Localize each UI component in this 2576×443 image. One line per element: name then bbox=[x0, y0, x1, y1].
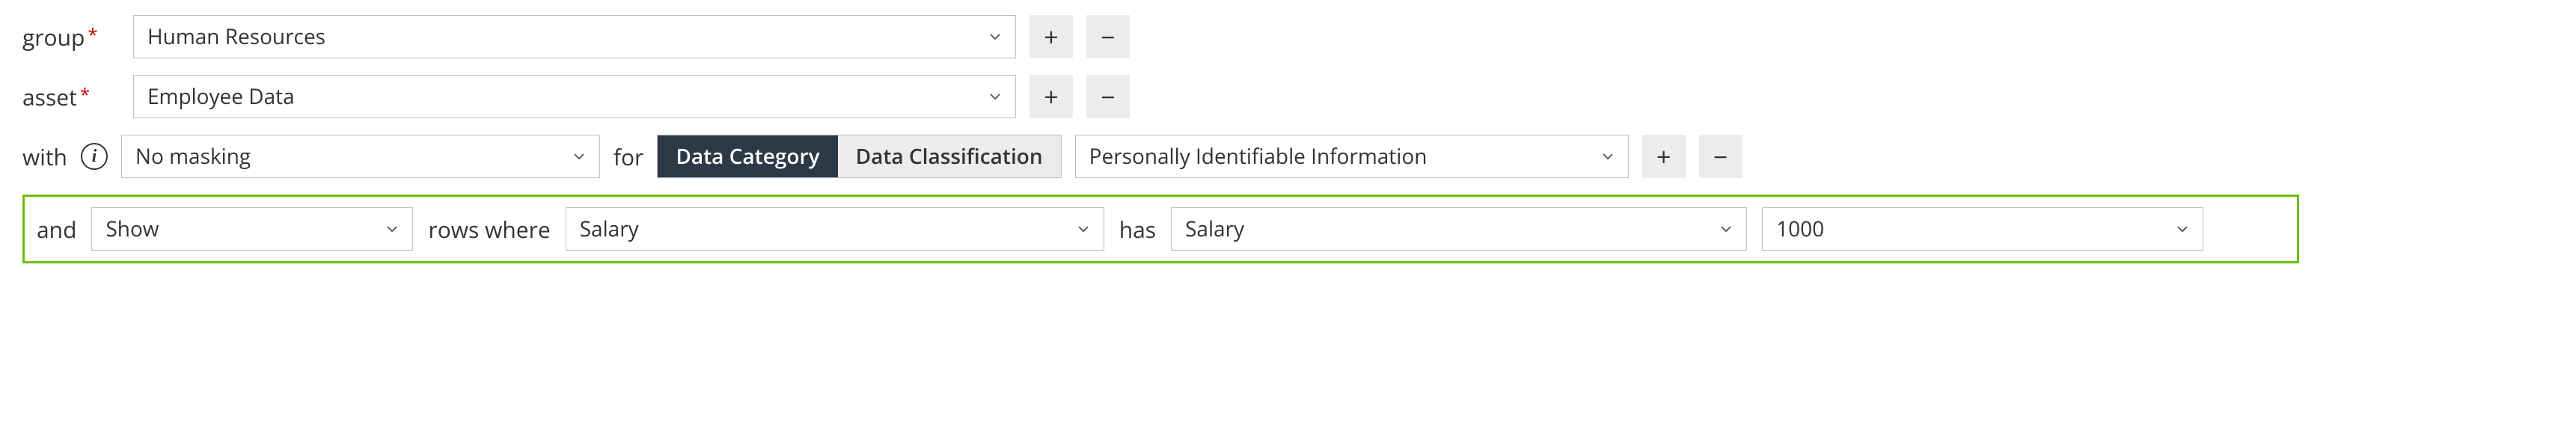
column-select-value: Salary bbox=[580, 215, 639, 243]
category-add-button[interactable]: + bbox=[1642, 135, 1686, 178]
chevron-down-icon bbox=[1719, 222, 1733, 236]
chevron-down-icon bbox=[1601, 150, 1615, 163]
group-add-button[interactable]: + bbox=[1030, 15, 1073, 58]
segment-data-category[interactable]: Data Category bbox=[658, 135, 837, 177]
group-select-value: Human Resources bbox=[147, 22, 325, 51]
plus-icon: + bbox=[1044, 84, 1058, 109]
minus-icon: − bbox=[1101, 24, 1115, 49]
operator-select-value: Salary bbox=[1185, 215, 1244, 243]
info-icon[interactable]: i bbox=[81, 143, 108, 170]
category-remove-button[interactable]: − bbox=[1699, 135, 1743, 178]
asset-row: asset* Employee Data + − bbox=[22, 75, 2554, 118]
operator-select[interactable]: Salary bbox=[1171, 207, 1747, 251]
asset-select[interactable]: Employee Data bbox=[133, 75, 1016, 118]
group-required-marker: * bbox=[88, 22, 97, 47]
chevron-down-icon bbox=[385, 222, 399, 236]
minus-icon: − bbox=[1713, 144, 1728, 169]
data-scope-segment: Data Category Data Classification bbox=[657, 135, 1061, 178]
has-label: has bbox=[1119, 214, 1156, 245]
group-label: group bbox=[22, 22, 85, 52]
value-select[interactable]: 1000 bbox=[1762, 207, 2203, 251]
chevron-down-icon bbox=[2176, 222, 2189, 236]
group-label-wrap: group* bbox=[22, 22, 120, 52]
asset-label: asset bbox=[22, 82, 77, 112]
with-label: with bbox=[22, 141, 67, 172]
policy-builder: group* Human Resources + − asset* Employ… bbox=[0, 0, 2576, 301]
plus-icon: + bbox=[1656, 144, 1671, 169]
chevron-down-icon bbox=[1077, 222, 1090, 236]
group-remove-button[interactable]: − bbox=[1086, 15, 1130, 58]
show-hide-value: Show bbox=[105, 215, 159, 243]
asset-remove-button[interactable]: − bbox=[1086, 75, 1130, 118]
category-select-value: Personally Identifiable Information bbox=[1089, 142, 1428, 171]
group-select[interactable]: Human Resources bbox=[133, 15, 1016, 58]
rows-where-label: rows where bbox=[428, 214, 550, 245]
minus-icon: − bbox=[1101, 84, 1115, 109]
chevron-down-icon bbox=[988, 30, 1002, 43]
asset-required-marker: * bbox=[80, 82, 90, 107]
and-label: and bbox=[37, 214, 76, 245]
group-row: group* Human Resources + − bbox=[22, 15, 2554, 58]
masking-select-value: No masking bbox=[135, 142, 251, 171]
category-select[interactable]: Personally Identifiable Information bbox=[1075, 135, 1629, 178]
for-label: for bbox=[614, 141, 643, 172]
show-hide-select[interactable]: Show bbox=[91, 207, 413, 251]
asset-label-wrap: asset* bbox=[22, 82, 120, 112]
asset-add-button[interactable]: + bbox=[1030, 75, 1073, 118]
value-select-value: 1000 bbox=[1776, 215, 1824, 243]
masking-select[interactable]: No masking bbox=[121, 135, 600, 178]
asset-select-value: Employee Data bbox=[147, 82, 295, 111]
chevron-down-icon bbox=[572, 150, 586, 163]
segment-data-classification[interactable]: Data Classification bbox=[838, 135, 1061, 177]
with-row: with i No masking for Data Category Data… bbox=[22, 135, 2554, 178]
plus-icon: + bbox=[1044, 24, 1058, 49]
chevron-down-icon bbox=[988, 90, 1002, 103]
column-select[interactable]: Salary bbox=[566, 207, 1104, 251]
filter-row: and Show rows where Salary has Salary 10… bbox=[22, 195, 2299, 263]
